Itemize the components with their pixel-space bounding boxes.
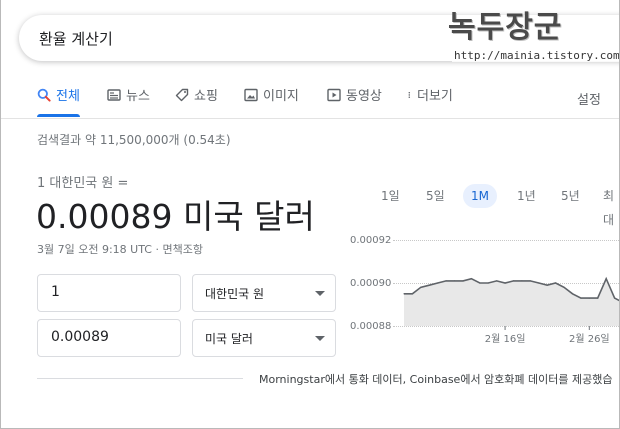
converter-timestamp: 3월 7일 오전 9:18 UTC · 면책조항 xyxy=(37,243,203,256)
chart-point xyxy=(580,297,582,299)
chart-point xyxy=(521,280,523,282)
tab-label: 동영상 xyxy=(346,89,382,104)
chart-point xyxy=(597,297,599,299)
source-divider xyxy=(37,378,243,379)
search-icon xyxy=(37,88,51,102)
currency-from-label: 대한민국 원 xyxy=(205,287,265,301)
range-5y[interactable]: 5년 xyxy=(553,184,588,208)
chart-point xyxy=(470,278,472,280)
chart-point xyxy=(403,293,405,295)
chart-point xyxy=(571,293,574,295)
chart-point xyxy=(428,284,430,286)
range-1m[interactable]: 1M xyxy=(463,184,497,208)
y-tick-label: 0.00092 xyxy=(350,235,392,246)
watermark-title: 녹두장군 xyxy=(448,10,563,45)
tab-shopping[interactable]: 쇼핑 xyxy=(175,85,218,117)
chart-point xyxy=(605,278,607,280)
amount-to-input[interactable]: 0.00089 xyxy=(37,319,181,357)
chart-point xyxy=(563,286,565,288)
search-tabs: 전체 뉴스 쇼핑 이미지 동영상 더보기 xyxy=(1,85,619,117)
tab-label: 더보기 xyxy=(417,89,453,104)
x-tick-label: 2월 16일 xyxy=(485,333,526,345)
chart-area xyxy=(404,278,619,326)
tab-images[interactable]: 이미지 xyxy=(244,85,299,117)
chart-point xyxy=(420,286,422,288)
tab-news[interactable]: 뉴스 xyxy=(107,85,150,117)
chart-gridline xyxy=(393,283,619,284)
chart-point xyxy=(588,297,590,299)
tab-label: 뉴스 xyxy=(126,89,150,104)
chart-point xyxy=(445,280,447,282)
more-vert-icon xyxy=(408,91,411,99)
tab-videos[interactable]: 동영상 xyxy=(327,85,382,117)
chart-point xyxy=(529,280,531,282)
currency-from-select[interactable]: 대한민국 원 xyxy=(192,274,336,312)
range-1y[interactable]: 1년 xyxy=(509,184,544,208)
chart-gridline xyxy=(393,240,619,241)
watermark-url: http://mainia.tistory.com xyxy=(452,49,620,62)
play-icon xyxy=(327,88,341,102)
converter-result: 0.00089 미국 달러 xyxy=(36,197,315,236)
tabs-divider xyxy=(1,118,619,119)
chart-point xyxy=(411,293,413,295)
currency-to-label: 미국 달러 xyxy=(205,332,253,346)
range-5d[interactable]: 5일 xyxy=(418,184,453,208)
converter-from-label: 1 대한민국 원 = xyxy=(37,176,129,191)
tab-more[interactable]: 더보기 xyxy=(407,85,453,117)
tab-label: 쇼핑 xyxy=(194,89,218,104)
result-stats: 검색결과 약 11,500,000개 (0.54초) xyxy=(37,133,231,147)
settings-link[interactable]: 설정 xyxy=(577,89,601,108)
image-icon xyxy=(244,88,258,102)
tag-icon xyxy=(175,88,189,102)
y-tick-label: 0.00088 xyxy=(350,321,392,332)
currency-to-select[interactable]: 미국 달러 xyxy=(192,319,336,357)
tab-label: 전체 xyxy=(56,89,80,104)
chart-point xyxy=(453,280,456,282)
chevron-down-icon xyxy=(315,291,325,296)
chart-point xyxy=(496,280,498,282)
chart-point xyxy=(614,297,616,299)
tab-all[interactable]: 전체 xyxy=(37,85,80,117)
chevron-down-icon xyxy=(315,336,325,341)
page-frame: 환율 계산기 녹두장군 http://mainia.tistory.com 전체… xyxy=(0,0,620,429)
y-tick-label: 0.00090 xyxy=(350,278,392,289)
data-source-note: Morningstar에서 통화 데이터, Coinbase에서 암호화폐 데이… xyxy=(259,373,613,386)
chart-point xyxy=(512,280,515,282)
range-1d[interactable]: 1일 xyxy=(373,184,408,208)
chart-point xyxy=(462,280,464,282)
tab-label: 이미지 xyxy=(263,89,299,104)
watermark: 녹두장군 http://mainia.tistory.com xyxy=(444,2,620,72)
amount-from-input[interactable]: 1 xyxy=(37,274,181,312)
news-icon xyxy=(107,89,121,101)
search-input[interactable]: 환율 계산기 xyxy=(39,28,113,49)
x-tick-label: 2월 26일 xyxy=(569,333,610,345)
range-max[interactable]: 최대 xyxy=(595,184,619,227)
chart-gridline xyxy=(393,326,619,327)
chart-point xyxy=(546,284,548,286)
